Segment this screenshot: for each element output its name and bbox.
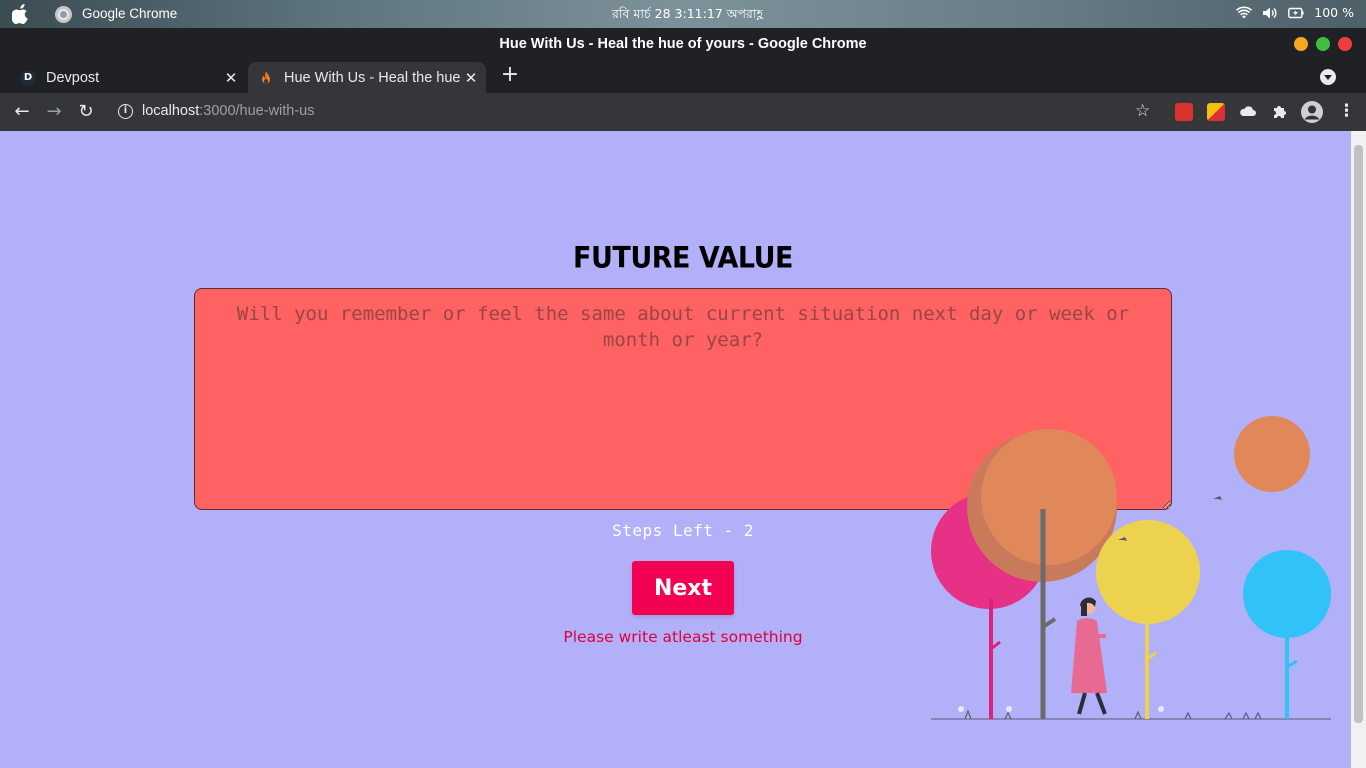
cloud-icon[interactable] [1239,103,1257,121]
page-scrollbar[interactable] [1351,131,1366,768]
url-path: :3000/hue-with-us [199,103,315,119]
window-title: Hue With Us - Heal the hue of yours - Go… [0,28,1366,60]
extensions-puzzle-icon[interactable] [1271,103,1289,121]
tab-devpost[interactable]: D Devpost ✕ [10,62,246,93]
volume-icon [1263,7,1277,18]
chrome-menu-icon[interactable]: ⋮ [1338,101,1355,121]
flame-icon [262,70,270,83]
extension-red-icon[interactable] [1175,103,1193,121]
wifi-icon [1236,6,1253,18]
tab-hue-with-us[interactable]: Hue With Us - Heal the hue of yours ✕ [248,62,486,93]
tab-bar: D Devpost ✕ Hue With Us - Heal the hue o… [0,60,1366,93]
os-clock[interactable]: রবি মার্চ 28 3:11:17 অপরাহ্ণ [612,6,763,26]
tab-search-icon[interactable] [1320,69,1336,85]
apple-icon[interactable] [12,4,30,24]
os-status-area[interactable]: 100 % [1236,5,1354,20]
trees-illustration [931,416,1331,720]
next-button[interactable]: Next [632,561,734,615]
extension-shield-icon[interactable] [1207,103,1225,121]
scrollbar-thumb[interactable] [1354,145,1363,723]
page-viewport: FUTURE VALUE Steps Left - 2 Next Please … [0,131,1351,768]
battery-percent: 100 % [1314,5,1354,20]
tab-title: Devpost [46,69,100,86]
maximize-button[interactable] [1316,37,1330,51]
bookmark-star-icon[interactable]: ☆ [1135,101,1150,121]
battery-icon [1288,7,1304,18]
reload-icon[interactable]: ↻ [74,101,98,123]
profile-avatar[interactable] [1301,101,1323,123]
close-tab-icon[interactable]: ✕ [460,69,482,87]
tab-title: Hue With Us - Heal the hue of yours [284,69,460,86]
close-tab-icon[interactable]: ✕ [220,69,242,87]
page-title: FUTURE VALUE [573,241,793,276]
back-icon[interactable]: ← [10,101,34,123]
minimize-button[interactable] [1294,37,1308,51]
site-info-icon[interactable]: i [118,104,133,119]
forward-icon[interactable]: → [42,101,66,123]
os-top-bar: Google Chrome রবি মার্চ 28 3:11:17 অপরাহ… [0,0,1366,28]
address-bar[interactable]: localhost:3000/hue-with-us [142,103,315,119]
new-tab-icon[interactable]: + [498,63,522,87]
window-controls [1294,37,1352,51]
devpost-favicon-icon: D [20,69,36,86]
close-window-button[interactable] [1338,37,1352,51]
url-host: localhost [142,103,200,119]
chrome-app-icon [55,6,72,23]
os-app-name[interactable]: Google Chrome [82,6,177,21]
